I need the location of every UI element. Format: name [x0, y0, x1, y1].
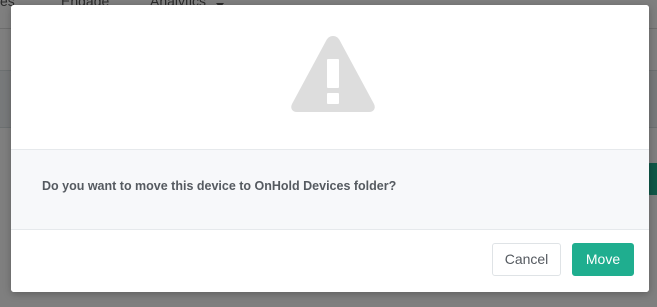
dialog-message: Do you want to move this device to OnHol… — [42, 179, 397, 193]
warning-exclamation-dot — [327, 93, 339, 104]
dialog-body: Do you want to move this device to OnHol… — [11, 150, 649, 230]
dialog-footer: Cancel Move — [11, 230, 649, 292]
move-button[interactable]: Move — [572, 243, 634, 276]
warning-icon — [291, 36, 375, 112]
dialog-header — [11, 5, 649, 150]
cancel-button[interactable]: Cancel — [492, 243, 561, 276]
warning-exclamation-bar — [327, 59, 339, 88]
confirm-move-dialog: Do you want to move this device to OnHol… — [11, 5, 649, 292]
